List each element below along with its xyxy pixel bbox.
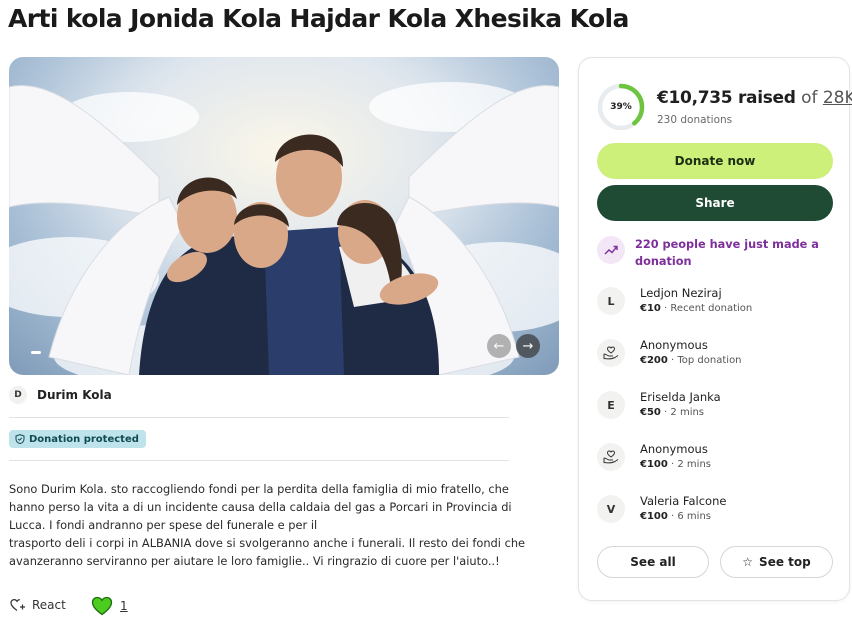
react-label: React xyxy=(32,598,66,612)
hand-heart-icon xyxy=(597,443,625,471)
story-line: trasporto deli i corpi in ALBANIA dove s… xyxy=(9,536,526,550)
family-angel-illustration xyxy=(9,57,559,375)
story-text: Sono Durim Kola. sto raccogliendo fondi … xyxy=(9,480,526,570)
donor-name: Eriselda Janka xyxy=(640,390,721,404)
donation-card: 39% €10,735 raised of 28K 230 donations … xyxy=(578,57,852,601)
see-top-button[interactable]: ☆ See top xyxy=(720,546,833,578)
donor-item: E Eriselda Janka €50 · 2 mins xyxy=(597,390,721,420)
heart-icon xyxy=(91,596,113,616)
react-button[interactable]: React xyxy=(10,598,66,612)
donor-item: V Valeria Falcone €100 · 6 mins xyxy=(597,494,726,524)
organizer-name[interactable]: Durim Kola xyxy=(37,388,112,402)
organizer[interactable]: D Durim Kola xyxy=(9,386,112,404)
amount-raised: €10,735 raised of 28K xyxy=(657,88,852,108)
heart-count[interactable]: 1 xyxy=(120,599,128,613)
donor-item: L Ledjon Neziraj €10 · Recent donation xyxy=(597,286,752,316)
avatar: L xyxy=(597,287,625,315)
progress-percent: 39% xyxy=(610,102,632,112)
donate-now-button[interactable]: Donate now xyxy=(597,143,833,179)
trending-text: 220 people have just made a donation xyxy=(635,238,819,268)
heart-plus-icon xyxy=(10,598,25,611)
share-button[interactable]: Share xyxy=(597,185,833,221)
donor-item: Anonymous €100 · 2 mins xyxy=(597,442,711,472)
trending-up-icon xyxy=(597,236,625,264)
shield-icon xyxy=(15,434,25,444)
donor-item: Anonymous €200 · Top donation xyxy=(597,338,742,368)
star-icon: ☆ xyxy=(742,555,754,569)
arrow-right-icon[interactable]: → xyxy=(516,334,540,358)
donor-name: Anonymous xyxy=(640,338,708,352)
hero-image[interactable]: ← → xyxy=(9,57,559,375)
donor-meta: €100 · 2 mins xyxy=(640,459,711,470)
story-line: avanzeranno serviranno per aiutare le lo… xyxy=(9,554,500,568)
donor-meta: €50 · 2 mins xyxy=(640,407,705,418)
story-line: Sono Durim Kola. sto raccogliendo fondi … xyxy=(9,482,509,496)
donor-meta: €100 · 6 mins xyxy=(640,511,711,522)
donor-meta: €10 · Recent donation xyxy=(640,303,753,314)
divider xyxy=(9,417,509,418)
hand-heart-icon xyxy=(597,339,625,367)
badge-label: Donation protected xyxy=(29,433,139,445)
arrow-left-icon[interactable]: ← xyxy=(487,334,511,358)
donor-name: Anonymous xyxy=(640,442,708,456)
story-line: Lucca. I fondi andranno per spese del fu… xyxy=(9,518,318,532)
story-line: hanno perso la vita a di un incidente ca… xyxy=(9,500,512,514)
avatar: D xyxy=(9,386,27,404)
donor-name: Valeria Falcone xyxy=(640,494,727,508)
donor-meta: €200 · Top donation xyxy=(640,355,742,366)
donation-protected-badge[interactable]: Donation protected xyxy=(9,430,146,448)
raised-amount: €10,735 raised xyxy=(657,88,796,108)
donor-name: Ledjon Neziraj xyxy=(640,286,722,300)
donation-count: 230 donations xyxy=(657,114,733,126)
page-title: Arti kola Jonida Kola Hajdar Kola Xhesik… xyxy=(8,4,629,33)
goal-amount[interactable]: 28K xyxy=(823,88,852,108)
of-label: of xyxy=(801,88,818,108)
heart-reaction[interactable]: 1 xyxy=(91,596,128,616)
divider xyxy=(9,460,509,461)
trending-notice: 220 people have just made a donation xyxy=(597,236,825,270)
carousel-indicator[interactable] xyxy=(31,351,41,354)
see-all-button[interactable]: See all xyxy=(597,546,709,578)
avatar: E xyxy=(597,391,625,419)
avatar: V xyxy=(597,495,625,523)
